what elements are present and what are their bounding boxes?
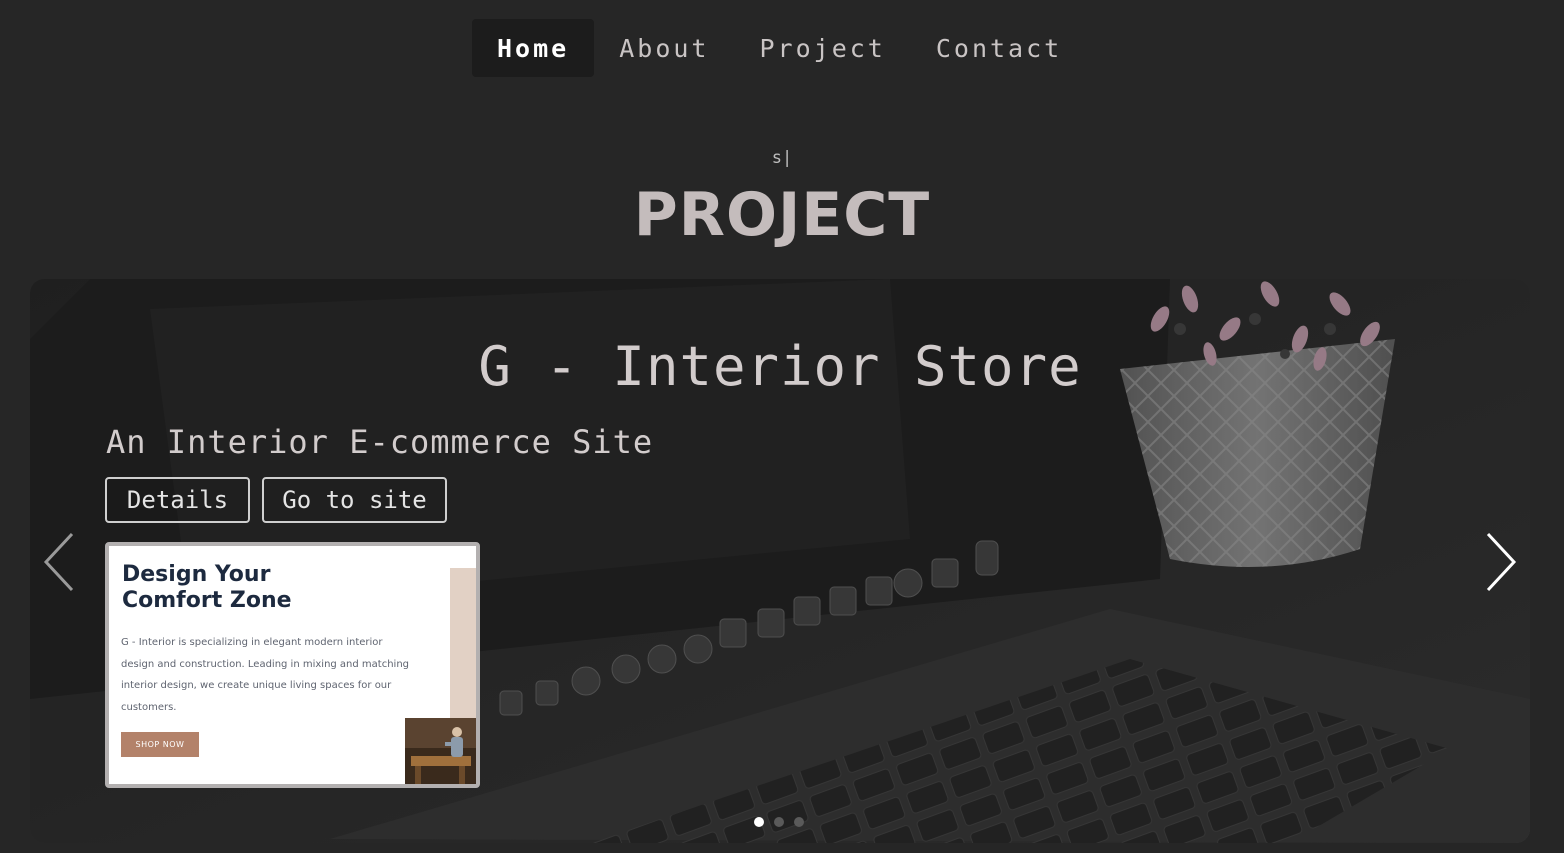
typing-text: s| — [771, 148, 793, 168]
nav-project[interactable]: Project — [734, 19, 910, 77]
section-title: PROJECT — [633, 180, 931, 250]
thumbnail-heading: Design Your Comfort Zone — [122, 562, 372, 614]
thumbnail-paragraph: G - Interior is specializing in elegant … — [121, 637, 410, 713]
main-nav: Home About Project Contact — [472, 19, 1087, 77]
thumbnail-accent-panel — [450, 568, 476, 728]
carousel-indicator-1[interactable] — [754, 817, 764, 827]
nav-home[interactable]: Home — [472, 19, 595, 77]
thumbnail-heading-line1: Design Your — [122, 562, 271, 587]
project-carousel: G - Interior Store An Interior E-commerc… — [30, 279, 1530, 843]
nav-contact[interactable]: Contact — [911, 19, 1087, 77]
slide-subtitle: An Interior E-commerce Site — [106, 423, 654, 461]
nav-about[interactable]: About — [594, 19, 734, 77]
chevron-left-icon[interactable] — [42, 530, 82, 594]
details-button[interactable]: Details — [105, 477, 250, 523]
go-to-site-button[interactable]: Go to site — [262, 477, 447, 523]
chevron-right-icon[interactable] — [1480, 530, 1520, 594]
thumbnail-shop-now-button: SHOP NOW — [121, 732, 199, 757]
thumbnail-carpenter-photo — [405, 718, 476, 784]
carousel-indicator-2[interactable] — [774, 817, 784, 827]
thumbnail-heading-line2: Comfort Zone — [122, 588, 292, 613]
project-thumbnail[interactable]: Design Your Comfort Zone G - Interior is… — [105, 542, 480, 788]
carousel-indicator-3[interactable] — [794, 817, 804, 827]
slide-title: G - Interior Store — [478, 335, 1082, 398]
carousel-indicators — [754, 817, 804, 827]
